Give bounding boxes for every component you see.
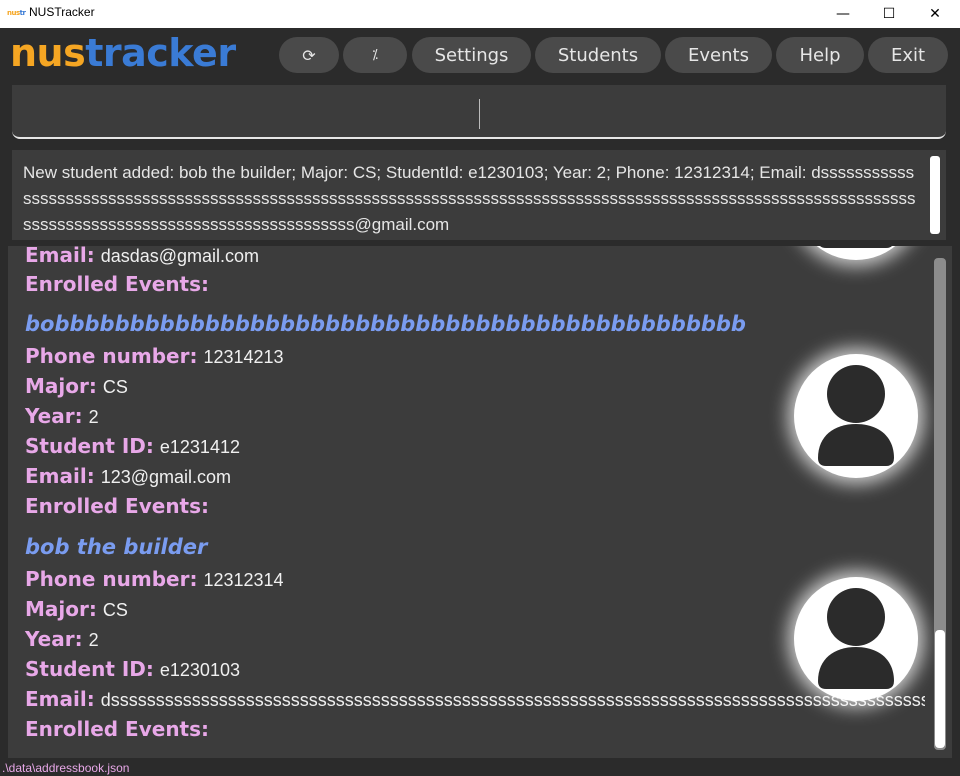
toggle-icon: ⁒: [372, 47, 378, 63]
events-button[interactable]: Events: [665, 37, 772, 73]
student-id-row: Student ID: e1231412: [25, 434, 240, 458]
person-icon: [820, 246, 892, 248]
list-scrollbar-thumb[interactable]: [935, 630, 945, 748]
student-card[interactable]: bob the builder Phone number: 12312314 Ma…: [8, 535, 928, 745]
minimize-button[interactable]: —: [820, 0, 866, 28]
avatar: [794, 246, 918, 260]
settings-button[interactable]: Settings: [412, 37, 531, 73]
phone-value: 12314213: [203, 347, 284, 367]
email-value: dsssssssssssssssssssssssssssssssssssssss…: [100, 690, 925, 710]
major-label: Major:: [25, 597, 97, 621]
email-label: Email:: [25, 687, 95, 711]
phone-label: Phone number:: [25, 344, 198, 368]
refresh-button[interactable]: ⟳: [279, 37, 339, 73]
year-value: 2: [88, 630, 99, 650]
major-label: Major:: [25, 374, 97, 398]
enrolled-row: Enrolled Events:: [25, 494, 209, 518]
enrolled-label: Enrolled Events:: [25, 272, 210, 296]
enrolled-label: Enrolled Events:: [25, 717, 210, 741]
app-logo: nustracker: [10, 30, 236, 76]
top-bar: nustracker ⟳ ⁒ Settings Students Events …: [0, 28, 960, 82]
phone-value: 12312314: [203, 570, 284, 590]
window-title-bar: nustr NUSTracker — ☐ ✕: [0, 0, 960, 28]
student-id-label: Student ID:: [25, 657, 154, 681]
student-id-row: Student ID: e1230103: [25, 657, 240, 681]
major-value: CS: [102, 600, 128, 620]
result-scrollbar[interactable]: [930, 156, 940, 234]
status-bar: .\data\addressbook.json: [0, 760, 960, 776]
email-row: Email: dsssssssssssssssssssssssssssssssss…: [25, 687, 925, 711]
major-row: Major: CS: [25, 374, 128, 398]
enrolled-row: Enrolled Events:: [25, 717, 209, 741]
year-row: Year: 2: [25, 404, 99, 428]
person-icon: [818, 588, 894, 689]
help-button[interactable]: Help: [776, 37, 864, 73]
email-value: dasdas@gmail.com: [100, 246, 260, 266]
logo-tracker: tracker: [85, 31, 236, 75]
toggle-button[interactable]: ⁒: [343, 37, 407, 73]
email-label: Email:: [25, 246, 95, 267]
result-display: New student added: bob the builder; Majo…: [12, 150, 946, 240]
students-button[interactable]: Students: [535, 37, 661, 73]
email-row: Email: 123@gmail.com: [25, 464, 231, 488]
command-area: [0, 82, 960, 146]
save-location: .\data\addressbook.json: [2, 761, 130, 775]
logo-nus: nus: [10, 31, 86, 75]
student-id-value: e1231412: [159, 437, 240, 457]
avatar: [794, 577, 918, 701]
student-card: Email: dasdas@gmail.com Enrolled Events:: [8, 246, 928, 304]
phone-row: Phone number: 12312314: [25, 567, 284, 591]
enrolled-label: Enrolled Events:: [25, 494, 210, 518]
window-title: NUSTracker: [29, 5, 95, 19]
year-label: Year:: [25, 627, 83, 651]
student-card[interactable]: bobbbbbbbbbbbbbbbbbbbbbbbbbbbbbbbbbbbbbb…: [8, 312, 928, 522]
email-label: Email:: [25, 464, 95, 488]
major-value: CS: [102, 377, 128, 397]
year-value: 2: [88, 407, 99, 427]
year-row: Year: 2: [25, 627, 99, 651]
student-name: bobbbbbbbbbbbbbbbbbbbbbbbbbbbbbbbbbbbbbb…: [25, 312, 746, 336]
email-row: Email: dasdas@gmail.com: [25, 246, 259, 267]
result-message: New student added: bob the builder; Majo…: [23, 163, 916, 234]
close-button[interactable]: ✕: [912, 0, 958, 28]
student-id-value: e1230103: [159, 660, 240, 680]
year-label: Year:: [25, 404, 83, 428]
student-id-label: Student ID:: [25, 434, 154, 458]
app-icon: nustr: [7, 9, 26, 17]
student-name: bob the builder: [25, 535, 208, 559]
phone-label: Phone number:: [25, 567, 198, 591]
maximize-button[interactable]: ☐: [866, 0, 912, 28]
major-row: Major: CS: [25, 597, 128, 621]
enrolled-row: Enrolled Events:: [25, 272, 209, 296]
refresh-icon: ⟳: [302, 45, 316, 65]
email-value: 123@gmail.com: [100, 467, 232, 487]
exit-button[interactable]: Exit: [868, 37, 948, 73]
list-scrollbar[interactable]: [934, 258, 946, 750]
phone-row: Phone number: 12314213: [25, 344, 284, 368]
avatar: [794, 354, 918, 478]
person-icon: [818, 365, 894, 466]
student-list[interactable]: Email: dasdas@gmail.com Enrolled Events: …: [8, 246, 952, 758]
text-caret: [479, 99, 480, 129]
